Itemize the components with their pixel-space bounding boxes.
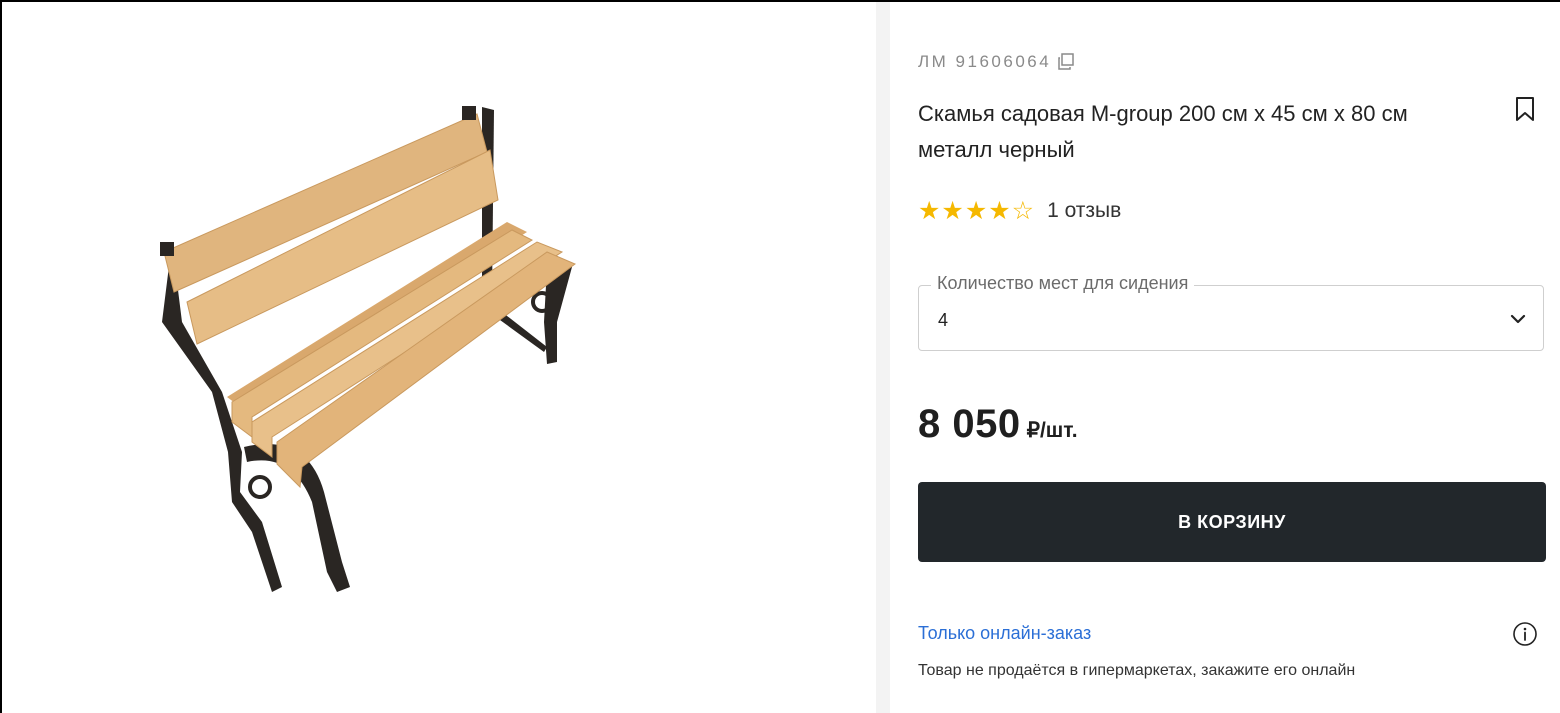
seats-select-label: Количество мест для сидения	[931, 273, 1195, 294]
price-block: 8 050 ₽/шт.	[918, 402, 1078, 447]
bookmark-icon[interactable]	[1514, 96, 1536, 122]
stars-empty: ☆	[1011, 197, 1036, 225]
seats-select-value: 4	[938, 310, 949, 330]
info-icon[interactable]	[1512, 621, 1538, 647]
column-divider	[876, 2, 890, 713]
copy-icon[interactable]	[1057, 53, 1075, 71]
chevron-down-icon	[1510, 314, 1526, 324]
price-unit: ₽/шт.	[1026, 419, 1078, 442]
reviews-link[interactable]: 1 отзыв	[1047, 199, 1121, 223]
price-value: 8 050	[918, 402, 1021, 446]
sku-text: ЛМ 91606064	[918, 52, 1052, 71]
product-title: Скамья садовая M-group 200 см x 45 см x …	[918, 101, 1408, 162]
sku-row: ЛМ 91606064	[918, 52, 1075, 72]
rating-row: ★★★★☆ 1 отзыв	[918, 196, 1121, 226]
stars-filled: ★★★★	[918, 197, 1012, 225]
product-image[interactable]	[152, 92, 592, 602]
product-gallery	[2, 2, 876, 713]
add-to-cart-button[interactable]: В КОРЗИНУ	[918, 482, 1546, 562]
seats-select[interactable]: Количество мест для сидения 4	[918, 273, 1544, 351]
online-only-note: Товар не продаётся в гипермаркетах, зака…	[918, 662, 1356, 679]
rating-stars: ★★★★☆	[918, 196, 1035, 226]
online-only-link[interactable]: Только онлайн-заказ	[918, 623, 1091, 644]
